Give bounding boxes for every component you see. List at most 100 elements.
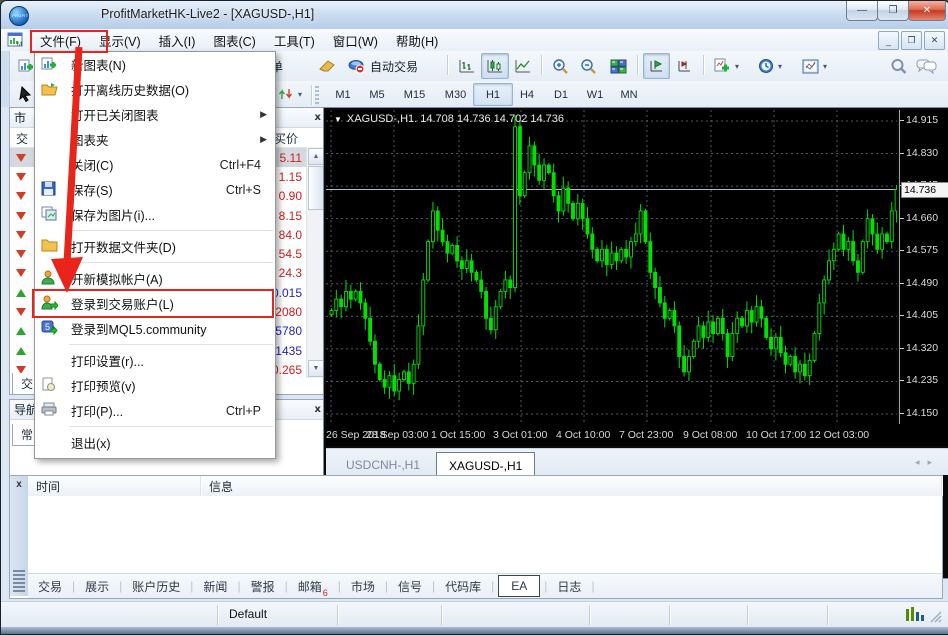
bid-price: 1.15 [279,170,302,184]
terminal-tab-账户历史[interactable]: 账户历史 [122,576,190,597]
menu-item-O[interactable]: 打开离线历史数据(O) [35,77,275,102]
menu-item-MQL5community[interactable]: 5登录到MQL5.community [35,316,275,341]
time-tick: 10 Oct 17:00 [746,429,806,441]
community-chat-button[interactable] [911,53,942,79]
timeframe-mn[interactable]: MN [609,83,649,106]
no-icon [41,131,58,148]
symbols-list-button[interactable]: ▾ [273,82,307,106]
scroll-thumb[interactable] [308,166,324,210]
terminal-tab-新闻[interactable]: 新闻 [193,576,237,597]
chart-menu-arrow-icon[interactable]: ▼ [334,115,342,124]
tab-scroll-icons[interactable]: ◂▸ [915,457,940,468]
mdi-restore-button[interactable]: ❐ [901,31,922,50]
tile-windows-icon [610,59,627,74]
menu-item-label: 退出(x) [71,433,111,452]
submenu-arrow-icon: ▶ [260,109,267,120]
time-column-header[interactable]: 时间 [28,476,201,496]
chart-shift-button[interactable] [643,53,670,79]
title-bar[interactable]: PROFIT ProfitMarketHK-Live2 - [XAGUSD-,H… [1,1,948,29]
svg-text:5: 5 [45,322,50,332]
toolbar-separator [447,55,448,75]
application-window: PROFIT ProfitMarketHK-Live2 - [XAGUSD-,H… [0,0,948,635]
menu-item-x[interactable]: 退出(x) [35,430,275,455]
chart-tab-USDCNHH1[interactable]: USDCNH-,H1 [334,452,432,477]
separator-line [69,230,273,231]
scroll-down-icon[interactable]: ▼ [308,360,324,377]
menu-item-v[interactable]: 打印预览(v) [35,373,275,398]
menu-item-D[interactable]: 打开数据文件夹(D) [35,234,275,259]
terminal-header: 时间 信息 [28,476,942,497]
market-watch-scrollbar[interactable]: ▲ ▼ [306,147,323,378]
search-button[interactable] [885,53,912,79]
menu-item-P[interactable]: 打印(P)...Ctrl+P [35,398,275,423]
templates-button[interactable]: ▾ [797,53,832,79]
zoom-out-button[interactable] [575,53,602,79]
autotrade-icon [348,59,366,74]
candlestick-chart-button[interactable] [481,53,509,79]
dropdown-arrow-icon[interactable]: ▾ [823,62,827,71]
new-chart-icon [41,56,58,73]
close-button[interactable]: ✕ [908,1,946,21]
menu-item-r[interactable]: 打印设置(r)... [35,348,275,373]
indicators-button[interactable]: ▾ [709,53,744,79]
terminal-tab-代码库[interactable]: 代码库 [435,576,491,597]
menu-T[interactable]: 工具(T) [265,28,324,53]
terminal-tab-交易[interactable]: 交易 [28,576,72,597]
marker-button[interactable] [313,53,341,79]
time-tick: 9 Oct 08:00 [683,429,737,441]
profile-name[interactable]: Default [229,607,267,621]
autotrading-button[interactable]: 自动交易 [343,53,423,79]
menu-item-C[interactable]: 关闭(C)Ctrl+F4 [35,152,275,177]
terminal-tab-日志[interactable]: 日志 [547,576,591,597]
menu-item-A[interactable]: 开新模拟帐户(A) [35,266,275,291]
menu-W[interactable]: 窗口(W) [324,28,387,53]
save-icon [41,181,58,198]
terminal-tab-邮箱[interactable]: 邮箱6 [288,576,338,597]
dropdown-arrow-icon[interactable]: ▾ [298,90,302,99]
zoom-in-button[interactable] [547,53,574,79]
terminal-close-icon[interactable]: x [10,476,28,490]
message-column-header[interactable]: 信息 [201,476,942,496]
maximize-button[interactable]: ❐ [877,1,909,21]
terminal-tabs: 交易|展示|账户历史|新闻|警报|邮箱6|市场|信号|代码库|EA|日志| [28,573,942,598]
scroll-up-icon[interactable]: ▲ [308,148,324,165]
menu-item-i[interactable]: 保存为图片(i)... [35,202,275,227]
tile-windows-button[interactable] [605,53,632,79]
mdi-minimize-button[interactable]: _ [878,31,899,50]
minimize-button[interactable]: — [846,1,878,21]
dropdown-arrow-icon[interactable]: ▾ [735,62,739,71]
symbol-column-header[interactable]: 交 [10,128,34,147]
toolbar-grip [315,86,319,105]
chart-autoscroll-button[interactable] [671,53,698,79]
navigator-close-icon[interactable]: x [315,404,321,415]
open-offline-icon [41,81,58,98]
menu-item-N[interactable]: 新图表(N) [35,52,275,77]
new-chart-icon [18,58,34,74]
terminal-tab-信号[interactable]: 信号 [388,576,432,597]
terminal-title-strip[interactable]: x [10,476,29,596]
menu-I[interactable]: 插入(I) [150,28,205,53]
timeframe-m30[interactable]: M30 [432,83,479,106]
menu-item-[interactable]: 打开已关闭图表▶ [35,102,275,127]
terminal-tab-展示[interactable]: 展示 [75,576,119,597]
resize-grip-icon[interactable] [929,610,943,624]
terminal-tab-市场[interactable]: 市场 [341,576,385,597]
periods-button[interactable]: ▾ [753,53,787,79]
market-watch-close-icon[interactable]: x [315,112,321,123]
dropdown-arrow-icon[interactable]: ▾ [778,62,782,71]
mdi-close-button[interactable]: ✕ [924,31,945,50]
menu-C[interactable]: 图表(C) [204,28,264,53]
menu-H[interactable]: 帮助(H) [387,28,447,53]
bid-column-header[interactable]: 买价 [274,128,298,147]
terminal-tab-label: 邮箱 [298,578,322,595]
timeframe-m15[interactable]: M15 [391,83,438,106]
menu-item-S[interactable]: 保存(S)Ctrl+S [35,177,275,202]
terminal-tab-EA[interactable]: EA [498,575,540,597]
terminal-tab-警报[interactable]: 警报 [241,576,285,597]
time-axis[interactable]: 26 Sep 201828 Sep 03:001 Oct 15:003 Oct … [326,424,948,446]
chart-plot-area[interactable]: ▼ XAGUSD-,H1. 14.708 14.736 14.702 14.73… [326,110,897,424]
menu-item-[interactable]: 图表夹▶ [35,127,275,152]
price-axis[interactable]: 14.91514.83014.74514.66014.57514.49014.4… [899,110,948,424]
bar-chart-button[interactable] [453,53,481,79]
line-chart-button[interactable] [509,53,537,79]
